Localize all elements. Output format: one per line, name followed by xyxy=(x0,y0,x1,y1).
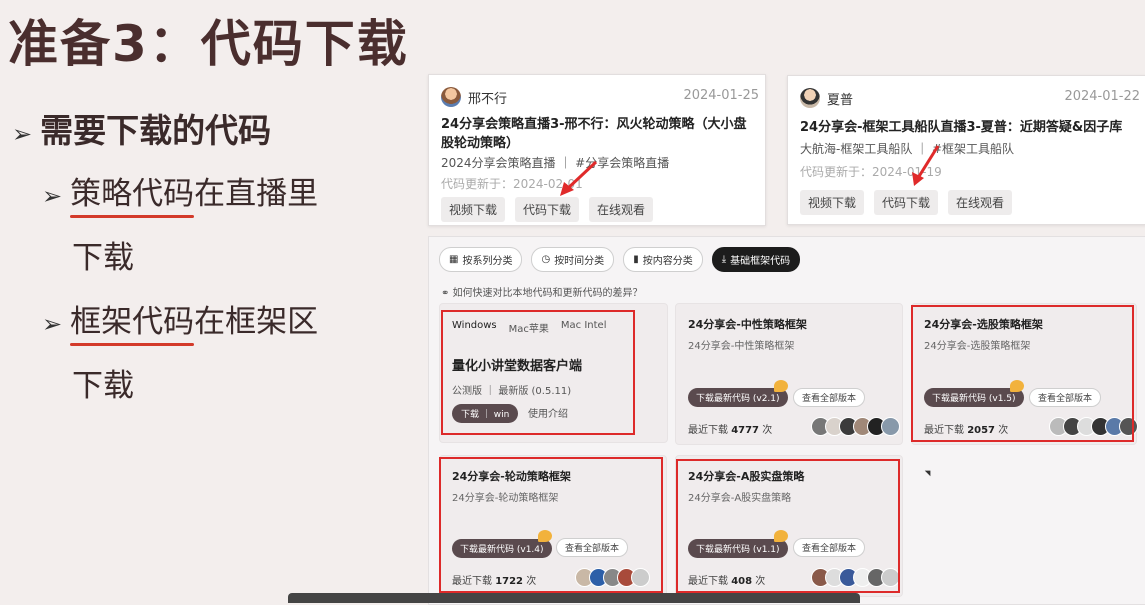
watch-online-button[interactable]: 在线观看 xyxy=(589,197,654,222)
author-avatar xyxy=(441,87,461,107)
filter-base-framework[interactable]: ⤓ 基础框架代码 xyxy=(711,247,801,272)
recent-downloads: 最近下载 4777 次 xyxy=(688,425,773,436)
diff-help-link[interactable]: ⚭ 如何快速对比本地代码和更新代码的差异？ xyxy=(441,284,643,299)
bullet-code-to-download: ➢ 需要下载的代码 xyxy=(12,111,272,150)
annotation-arrow-icon xyxy=(560,160,598,196)
bullet-framework-code: ➢ 框架代码在框架区 xyxy=(42,304,319,340)
grid-icon: ▦ xyxy=(449,254,459,265)
card-date: 2024-01-25 xyxy=(683,88,759,103)
framework-card-neutral: 24分享会-中性策略框架 24分享会-中性策略框架 下载最新代码 (v2.1) … xyxy=(675,303,903,445)
link-icon: ⚭ xyxy=(441,288,453,299)
bullet-arrow-icon: ➢ xyxy=(42,310,63,338)
framework-desc: 24分享会-中性策略框架 xyxy=(688,341,795,352)
bullet-framework-code-line2: 下载 xyxy=(72,368,134,404)
framework-download-panel: ▦ 按系列分类 ◷ 按时间分类 ▮ 按内容分类 ⤓ 基础框架代码 ⚭ 如何快速对比本地代… xyxy=(428,236,1145,605)
live-card-1[interactable]: 邢不行 2024-01-25 24分享会策略直播3-邢不行：风火轮动策略（大小盘… xyxy=(428,74,766,226)
bullet-strategy-code: ➢ 策略代码在直播里 xyxy=(42,176,319,212)
code-download-button[interactable]: 代码下载 xyxy=(515,197,580,222)
avatar xyxy=(881,417,900,436)
filter-by-time[interactable]: ◷ 按时间分类 xyxy=(531,247,615,272)
filter-bar: ▦ 按系列分类 ◷ 按时间分类 ▮ 按内容分类 ⤓ 基础框架代码 xyxy=(439,247,801,272)
player-bar xyxy=(288,593,860,603)
card-date: 2024-01-22 xyxy=(1064,89,1140,104)
bullet-arrow-icon: ➢ xyxy=(12,120,33,148)
clock-icon: ◷ xyxy=(541,254,551,265)
card-author[interactable]: 邢不行 xyxy=(441,87,507,107)
annotation-arrow-icon xyxy=(912,145,940,186)
live-card-2[interactable]: 夏普 2024-01-22 24分享会-框架工具船队直播3-夏普：近期答疑&因子… xyxy=(787,75,1145,225)
highlight-box xyxy=(676,459,900,593)
video-download-button[interactable]: 视频下载 xyxy=(441,197,506,222)
bar-chart-icon: ▮ xyxy=(633,254,639,265)
underlined-strategy-code: 策略代码 xyxy=(70,176,195,212)
card-author[interactable]: 夏普 xyxy=(800,88,853,108)
highlight-box xyxy=(441,310,635,435)
downloader-avatars xyxy=(811,417,900,436)
highlight-box xyxy=(911,305,1134,442)
download-latest-button[interactable]: 下载最新代码 (v2.1) xyxy=(688,388,788,407)
slide-title: 准备3：代码下载 xyxy=(8,15,409,73)
card-title[interactable]: 24分享会-框架工具船队直播3-夏普：近期答疑&因子库 xyxy=(800,118,1138,137)
author-avatar xyxy=(800,88,820,108)
filter-by-content[interactable]: ▮ 按内容分类 xyxy=(623,247,703,272)
framework-title: 24分享会-中性策略框架 xyxy=(688,318,807,331)
code-download-button[interactable]: 代码下载 xyxy=(874,190,939,215)
filter-by-series[interactable]: ▦ 按系列分类 xyxy=(439,247,523,272)
watch-online-button[interactable]: 在线观看 xyxy=(948,190,1013,215)
bullet-arrow-icon: ➢ xyxy=(42,182,63,210)
highlight-box xyxy=(439,457,663,593)
video-download-button[interactable]: 视频下载 xyxy=(800,190,865,215)
underlined-framework-code: 框架代码 xyxy=(70,304,195,340)
view-all-versions-button[interactable]: 查看全部版本 xyxy=(793,388,866,407)
bullet-strategy-code-line2: 下载 xyxy=(72,240,134,276)
new-badge-icon xyxy=(774,380,788,392)
card-title[interactable]: 24分享会策略直播3-邢不行：风火轮动策略（大小盘股轮动策略） xyxy=(441,115,757,153)
download-icon: ⤓ xyxy=(721,254,727,265)
